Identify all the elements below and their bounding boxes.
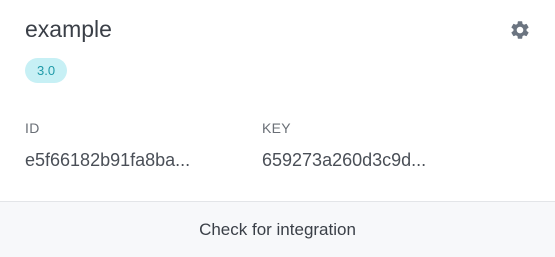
- card-title: example: [25, 16, 112, 42]
- settings-button[interactable]: [509, 19, 531, 41]
- check-integration-button[interactable]: Check for integration: [0, 201, 555, 257]
- integration-card: example 3.0 ID e5f66182b91fa8ba... KEY 6…: [0, 0, 555, 257]
- check-integration-label: Check for integration: [199, 219, 356, 239]
- key-value: 659273a260d3c9d...: [262, 150, 427, 170]
- gear-icon: [511, 21, 529, 39]
- id-value: e5f66182b91fa8ba...: [25, 150, 191, 170]
- id-label: ID: [25, 120, 40, 136]
- version-badge: 3.0: [25, 58, 68, 83]
- key-label: KEY: [262, 120, 291, 136]
